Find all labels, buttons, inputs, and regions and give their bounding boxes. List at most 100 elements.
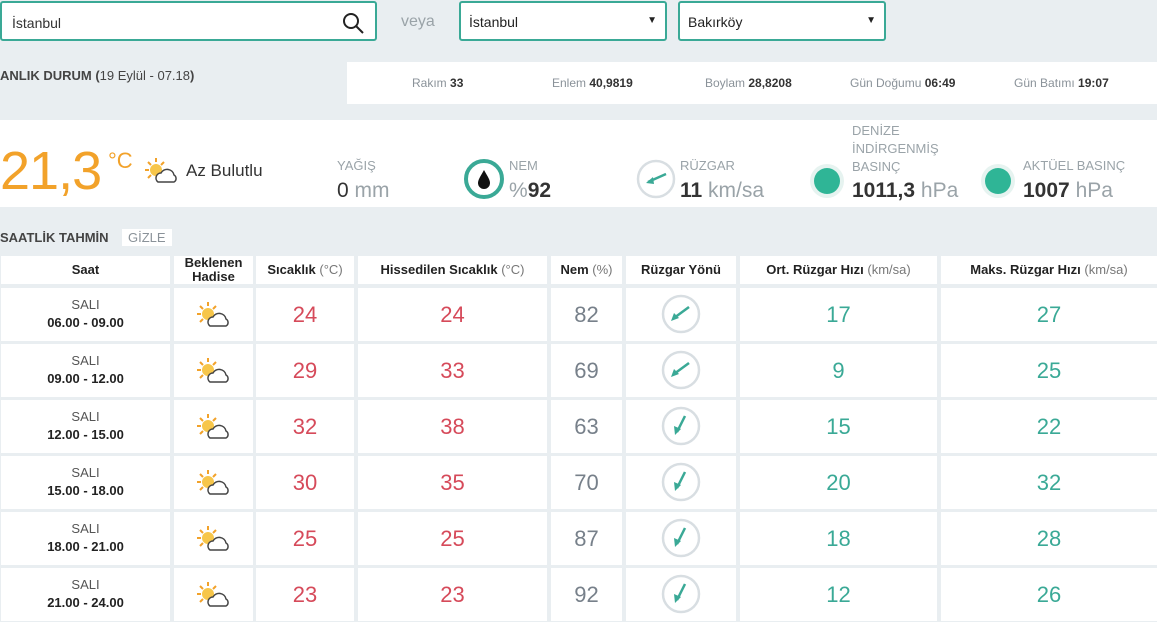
temperature-cell: 23: [256, 568, 354, 621]
partly-cloudy-icon: [196, 526, 229, 551]
hide-button[interactable]: GİZLE: [122, 229, 172, 246]
row-time: 15.00 - 18.00: [47, 483, 124, 498]
feels-like-cell: 33: [358, 344, 547, 397]
temperature-cell: 30: [256, 456, 354, 509]
district-select-value: Bakırköy: [688, 14, 743, 30]
time-cell: SALI 12.00 - 15.00: [1, 400, 170, 453]
header-humidity-label: Nem: [560, 262, 589, 277]
actual-pressure-value: 1007 hPa: [1023, 179, 1113, 203]
altitude-label: Rakım: [412, 76, 447, 90]
sea-pressure-label-line1: DENİZE: [852, 123, 900, 138]
humidity-amount: 92: [527, 179, 552, 202]
row-day: SALI: [71, 577, 100, 592]
row-max-wind: 22: [1036, 414, 1062, 439]
wind-direction-cell: [626, 400, 736, 453]
row-day: SALI: [71, 521, 100, 536]
wind-direction-icon: [661, 462, 701, 502]
current-heading-close: ): [190, 68, 195, 83]
row-humidity: 69: [574, 358, 599, 383]
sea-pressure-label-line3: BASINÇ: [852, 159, 901, 174]
event-cell: [174, 568, 253, 621]
precip-amount: 0: [337, 179, 349, 202]
max-wind-cell: 27: [941, 288, 1157, 341]
partly-cloudy-icon: [145, 158, 177, 183]
header-max-wind-unit: (km/sa): [1084, 262, 1128, 277]
sunrise-value: 06:49: [924, 76, 956, 90]
row-feels-like: 35: [440, 470, 465, 495]
precip-unit: mm: [354, 179, 390, 202]
sea-pressure-amount: 1011,3: [852, 179, 916, 202]
feels-like-cell: 35: [358, 456, 547, 509]
wind-unit: km/sa: [708, 179, 765, 202]
partly-cloudy-icon: [196, 470, 229, 495]
header-max-wind: Maks. Rüzgar Hızı (km/sa): [941, 256, 1157, 284]
dropdown-arrow-icon: ▼: [866, 15, 876, 26]
avg-wind-cell: 9: [740, 344, 937, 397]
humidity-cell: 82: [551, 288, 622, 341]
time-cell: SALI 21.00 - 24.00: [1, 568, 170, 621]
time-cell: SALI 09.00 - 12.00: [1, 344, 170, 397]
row-avg-wind: 18: [826, 526, 851, 551]
row-temperature: 29: [292, 358, 318, 383]
header-temperature-unit: (°C): [319, 262, 343, 277]
row-time: 09.00 - 12.00: [47, 371, 124, 386]
temperature-cell: 32: [256, 400, 354, 453]
longitude-value: 28,8208: [748, 76, 792, 90]
latitude-label: Enlem: [552, 76, 587, 90]
search-icon[interactable]: [341, 11, 365, 35]
sea-pressure-value: 1011,3 hPa: [852, 179, 958, 203]
wind-direction-icon: [661, 574, 701, 614]
search-box: [0, 1, 377, 41]
header-event: Beklenen Hadise: [174, 256, 253, 284]
time-cell: SALI 15.00 - 18.00: [1, 456, 170, 509]
header-humidity: Nem (%): [551, 256, 622, 284]
current-heading-label: ANLIK DURUM (: [0, 68, 100, 83]
row-time: 06.00 - 09.00: [47, 315, 124, 330]
header-max-wind-label: Maks. Rüzgar Hızı: [970, 262, 1081, 277]
row-temperature: 32: [292, 414, 318, 439]
row-feels-like: 25: [440, 526, 465, 551]
search-input[interactable]: [10, 12, 334, 34]
header-temperature: Sıcaklık (°C): [256, 256, 354, 284]
header-humidity-unit: (%): [592, 262, 613, 277]
row-avg-wind: 12: [826, 582, 851, 607]
row-humidity: 82: [574, 302, 599, 327]
sunrise-label: Gün Doğumu: [850, 76, 922, 90]
header-temperature-label: Sıcaklık: [267, 262, 316, 277]
row-max-wind: 32: [1036, 470, 1062, 495]
wind-direction-cell: [626, 344, 736, 397]
sea-pressure-label-line2: İNDİRGENMİŞ: [852, 141, 939, 156]
district-select[interactable]: Bakırköy ▼: [678, 1, 886, 41]
wind-direction-icon: [661, 294, 701, 334]
precip-label: YAĞIŞ: [337, 158, 376, 173]
row-feels-like: 23: [440, 582, 465, 607]
humidity-cell: 63: [551, 400, 622, 453]
wind-speed: 11: [680, 179, 703, 202]
actual-pressure-label: AKTÜEL BASINÇ: [1023, 158, 1126, 173]
temperature-unit: °C: [108, 148, 133, 173]
row-time: 21.00 - 24.00: [47, 595, 124, 610]
wind-direction-icon: [636, 159, 676, 199]
row-max-wind: 27: [1036, 302, 1062, 327]
row-humidity: 70: [574, 470, 599, 495]
province-select[interactable]: İstanbul ▼: [459, 1, 667, 41]
sea-pressure-label: DENİZE İNDİRGENMİŞ BASINÇ: [852, 122, 939, 176]
humidity-value: %92: [509, 179, 551, 203]
sunrise: Gün Doğumu 06:49: [850, 76, 955, 90]
row-feels-like: 33: [440, 358, 465, 383]
humidity-prefix: %: [509, 179, 528, 202]
humidity-icon: [464, 159, 504, 199]
row-humidity: 63: [574, 414, 599, 439]
event-cell: [174, 456, 253, 509]
row-humidity: 87: [574, 526, 599, 551]
header-event-line1: Beklenen: [184, 255, 243, 270]
altitude-value: 33: [450, 76, 464, 90]
avg-wind-cell: 15: [740, 400, 937, 453]
max-wind-cell: 26: [941, 568, 1157, 621]
partly-cloudy-icon: [196, 414, 229, 439]
row-time: 12.00 - 15.00: [47, 427, 124, 442]
sea-pressure-unit: hPa: [920, 179, 959, 202]
row-time: 18.00 - 21.00: [47, 539, 124, 554]
province-select-value: İstanbul: [469, 14, 519, 30]
temperature-cell: 24: [256, 288, 354, 341]
